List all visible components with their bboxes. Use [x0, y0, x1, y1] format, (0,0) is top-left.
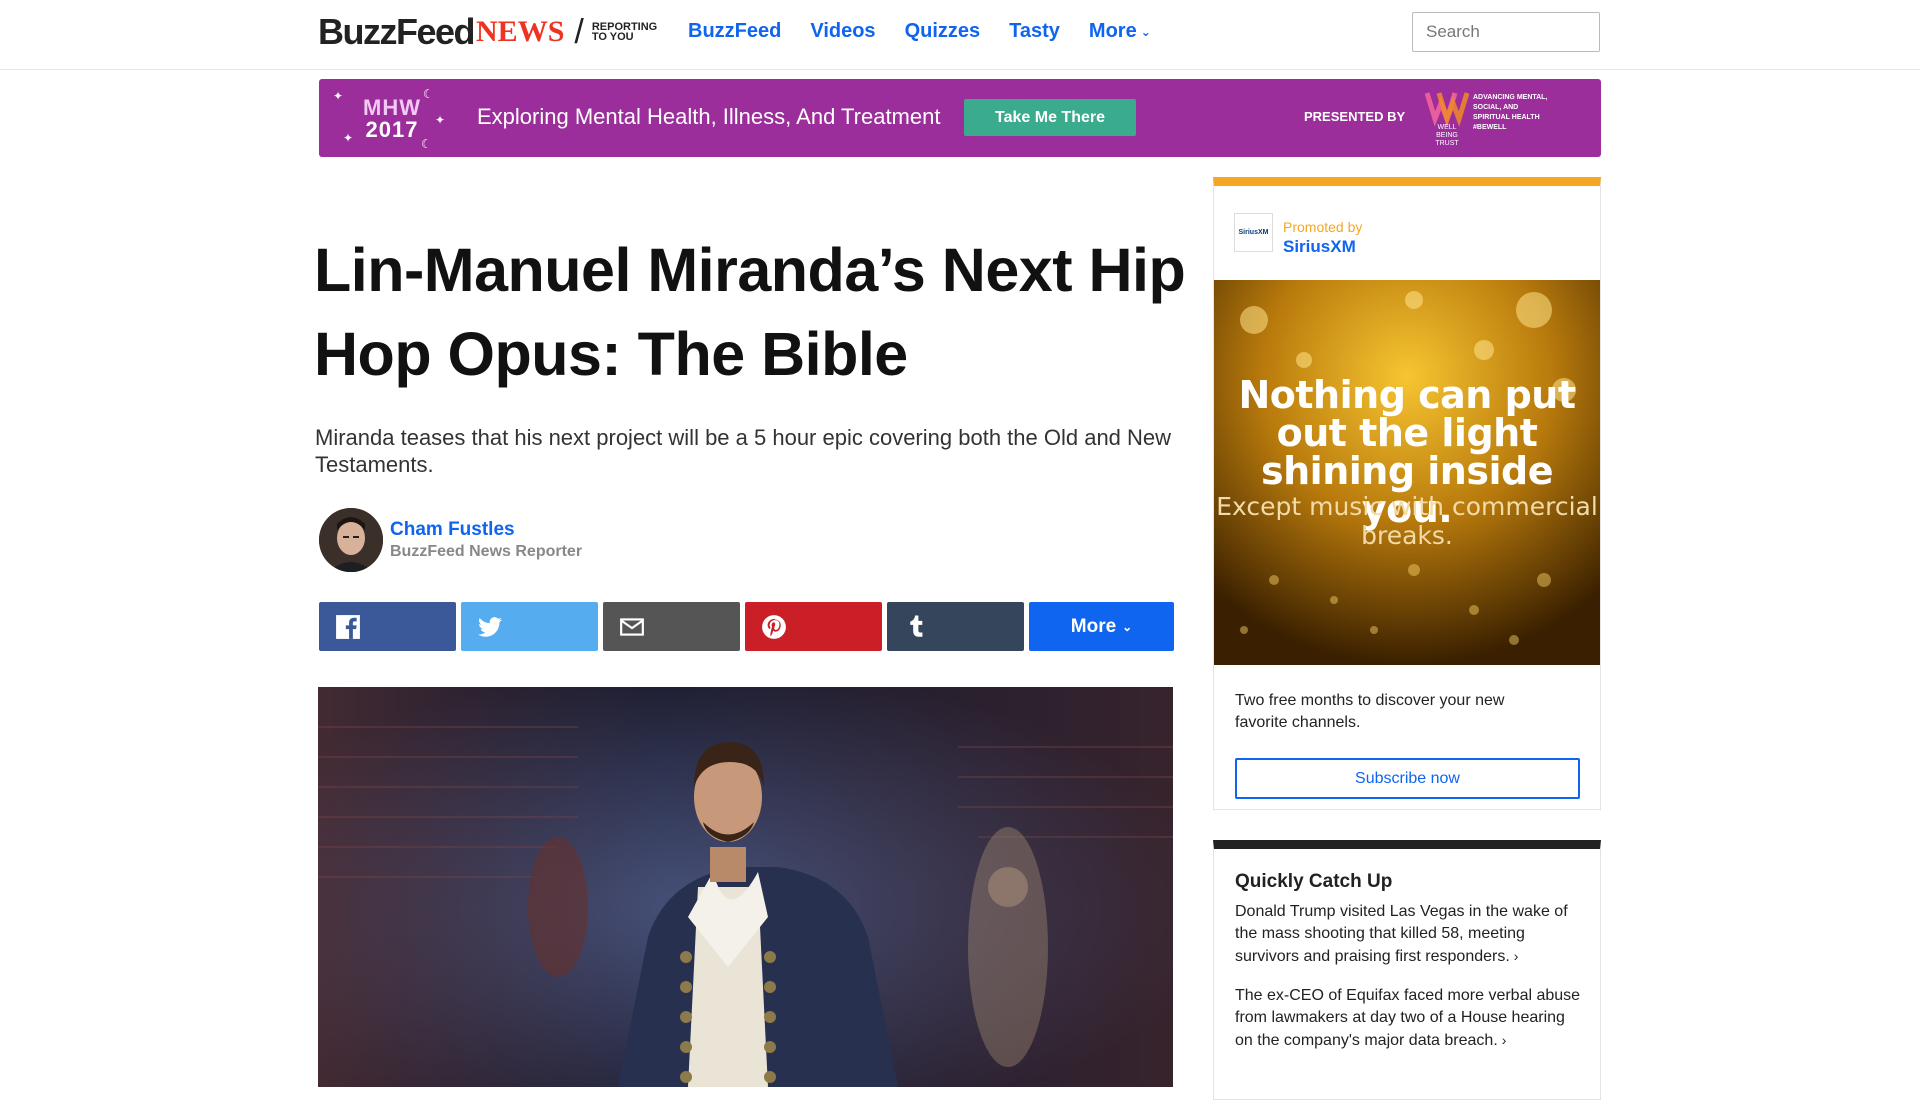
catch-up-item[interactable]: Donald Trump visited Las Vegas in the wa…	[1235, 901, 1585, 968]
mental-health-week-banner[interactable]: ✦ ☾ ✦ ✦ ☾ MHW 2017 Exploring Mental Heal…	[319, 79, 1601, 157]
tumblr-icon	[910, 615, 923, 637]
siriusxm-logo[interactable]: SiriusXM	[1234, 213, 1273, 252]
svg-text:WELL: WELL	[1437, 124, 1456, 131]
share-twitter-button[interactable]	[461, 602, 598, 651]
chevron-down-icon: ⌄	[1140, 24, 1151, 39]
share-tumblr-button[interactable]	[887, 602, 1024, 651]
share-bar: More ⌄	[319, 602, 1174, 651]
site-header: BuzzFeed NEWS / REPORTING TO YOU BuzzFee…	[0, 0, 1920, 70]
nav-buzzfeed[interactable]: BuzzFeed	[688, 20, 781, 43]
quickly-catch-up-card: Quickly Catch Up Donald Trump visited La…	[1213, 840, 1601, 1100]
promo-image-subtext: Except music with commercial breaks.	[1216, 492, 1598, 550]
promo-image[interactable]: Nothing can put out the light shining in…	[1214, 280, 1600, 665]
logo-tagline: REPORTING TO YOU	[591, 21, 658, 43]
moon-icon: ☾	[421, 137, 432, 151]
author-avatar[interactable]	[319, 508, 383, 572]
logo-slash: /	[574, 12, 584, 51]
twitter-icon	[478, 616, 502, 637]
hero-photo	[318, 687, 1173, 1087]
author-role: BuzzFeed News Reporter	[390, 543, 583, 560]
buzzfeed-news-logo[interactable]: BuzzFeed NEWS / REPORTING TO YOU	[318, 11, 662, 52]
author-photo	[319, 508, 383, 572]
nav-more-label: More	[1088, 20, 1137, 42]
svg-text:TRUST: TRUST	[1435, 140, 1459, 147]
logo-news-text: NEWS	[476, 15, 565, 48]
facebook-icon	[336, 614, 360, 639]
article-hero-image	[318, 687, 1173, 1087]
chevron-right-icon: ›	[1501, 1032, 1507, 1048]
promoted-by-label: Promoted by	[1283, 219, 1363, 235]
banner-text: Exploring Mental Health, Illness, And Tr…	[477, 104, 941, 129]
nav-tasty[interactable]: Tasty	[1009, 20, 1060, 43]
article-dek: Miranda teases that his next project wil…	[315, 425, 1172, 477]
main-nav: BuzzFeed Videos Quizzes Tasty More ⌄	[688, 20, 1151, 43]
search-input[interactable]	[1412, 12, 1600, 52]
share-more-label: More	[1070, 615, 1117, 637]
byline: Cham Fustles BuzzFeed News Reporter	[319, 508, 582, 572]
well-being-trust-logo: WELL BEING TRUST	[1425, 92, 1469, 147]
siriusxm-promo-card: SiriusXM Promoted by SiriusXM Nothing ca…	[1213, 177, 1601, 810]
logo-buzzfeed-text: BuzzFeed	[318, 11, 476, 52]
pinterest-icon	[762, 614, 786, 639]
email-icon	[620, 617, 644, 636]
mhw-2017-badge: ✦ ☾ ✦ ✦ ☾ MHW 2017	[327, 83, 457, 153]
subscribe-now-button[interactable]: Subscribe now	[1235, 758, 1580, 799]
promo-sponsor-link[interactable]: SiriusXM	[1283, 237, 1356, 257]
take-me-there-button[interactable]: Take Me There	[964, 99, 1136, 136]
nav-more[interactable]: More ⌄	[1089, 20, 1151, 43]
presented-by-label: PRESENTED BY	[1304, 109, 1406, 124]
promo-copy: Two free months to discover your new fav…	[1235, 692, 1505, 731]
author-name-link[interactable]: Cham Fustles	[390, 519, 582, 541]
share-facebook-button[interactable]	[319, 602, 456, 651]
sparkle-icon: ✦	[435, 113, 446, 127]
svg-text:BEING: BEING	[1436, 132, 1458, 139]
nav-videos[interactable]: Videos	[810, 20, 875, 43]
share-email-button[interactable]	[603, 602, 740, 651]
sparkle-icon: ✦	[333, 89, 344, 103]
share-more-button[interactable]: More ⌄	[1029, 602, 1174, 651]
nav-quizzes[interactable]: Quizzes	[905, 20, 981, 43]
moon-icon: ☾	[423, 87, 434, 101]
catch-up-item-text: The ex-CEO of Equifax faced more verbal …	[1235, 987, 1581, 1049]
chevron-right-icon: ›	[1513, 948, 1519, 964]
share-pinterest-button[interactable]	[745, 602, 882, 651]
chevron-down-icon: ⌄	[1122, 619, 1133, 634]
catch-up-title: Quickly Catch Up	[1235, 871, 1393, 892]
sparkle-icon: ✦	[343, 131, 354, 145]
article-headline: Lin-Manuel Miranda’s Next Hip Hop Opus: …	[314, 236, 1186, 388]
sponsor-description: ADVANCING MENTAL, SOCIAL, AND SPIRITUAL …	[1473, 94, 1548, 131]
catch-up-item[interactable]: The ex-CEO of Equifax faced more verbal …	[1235, 985, 1585, 1052]
